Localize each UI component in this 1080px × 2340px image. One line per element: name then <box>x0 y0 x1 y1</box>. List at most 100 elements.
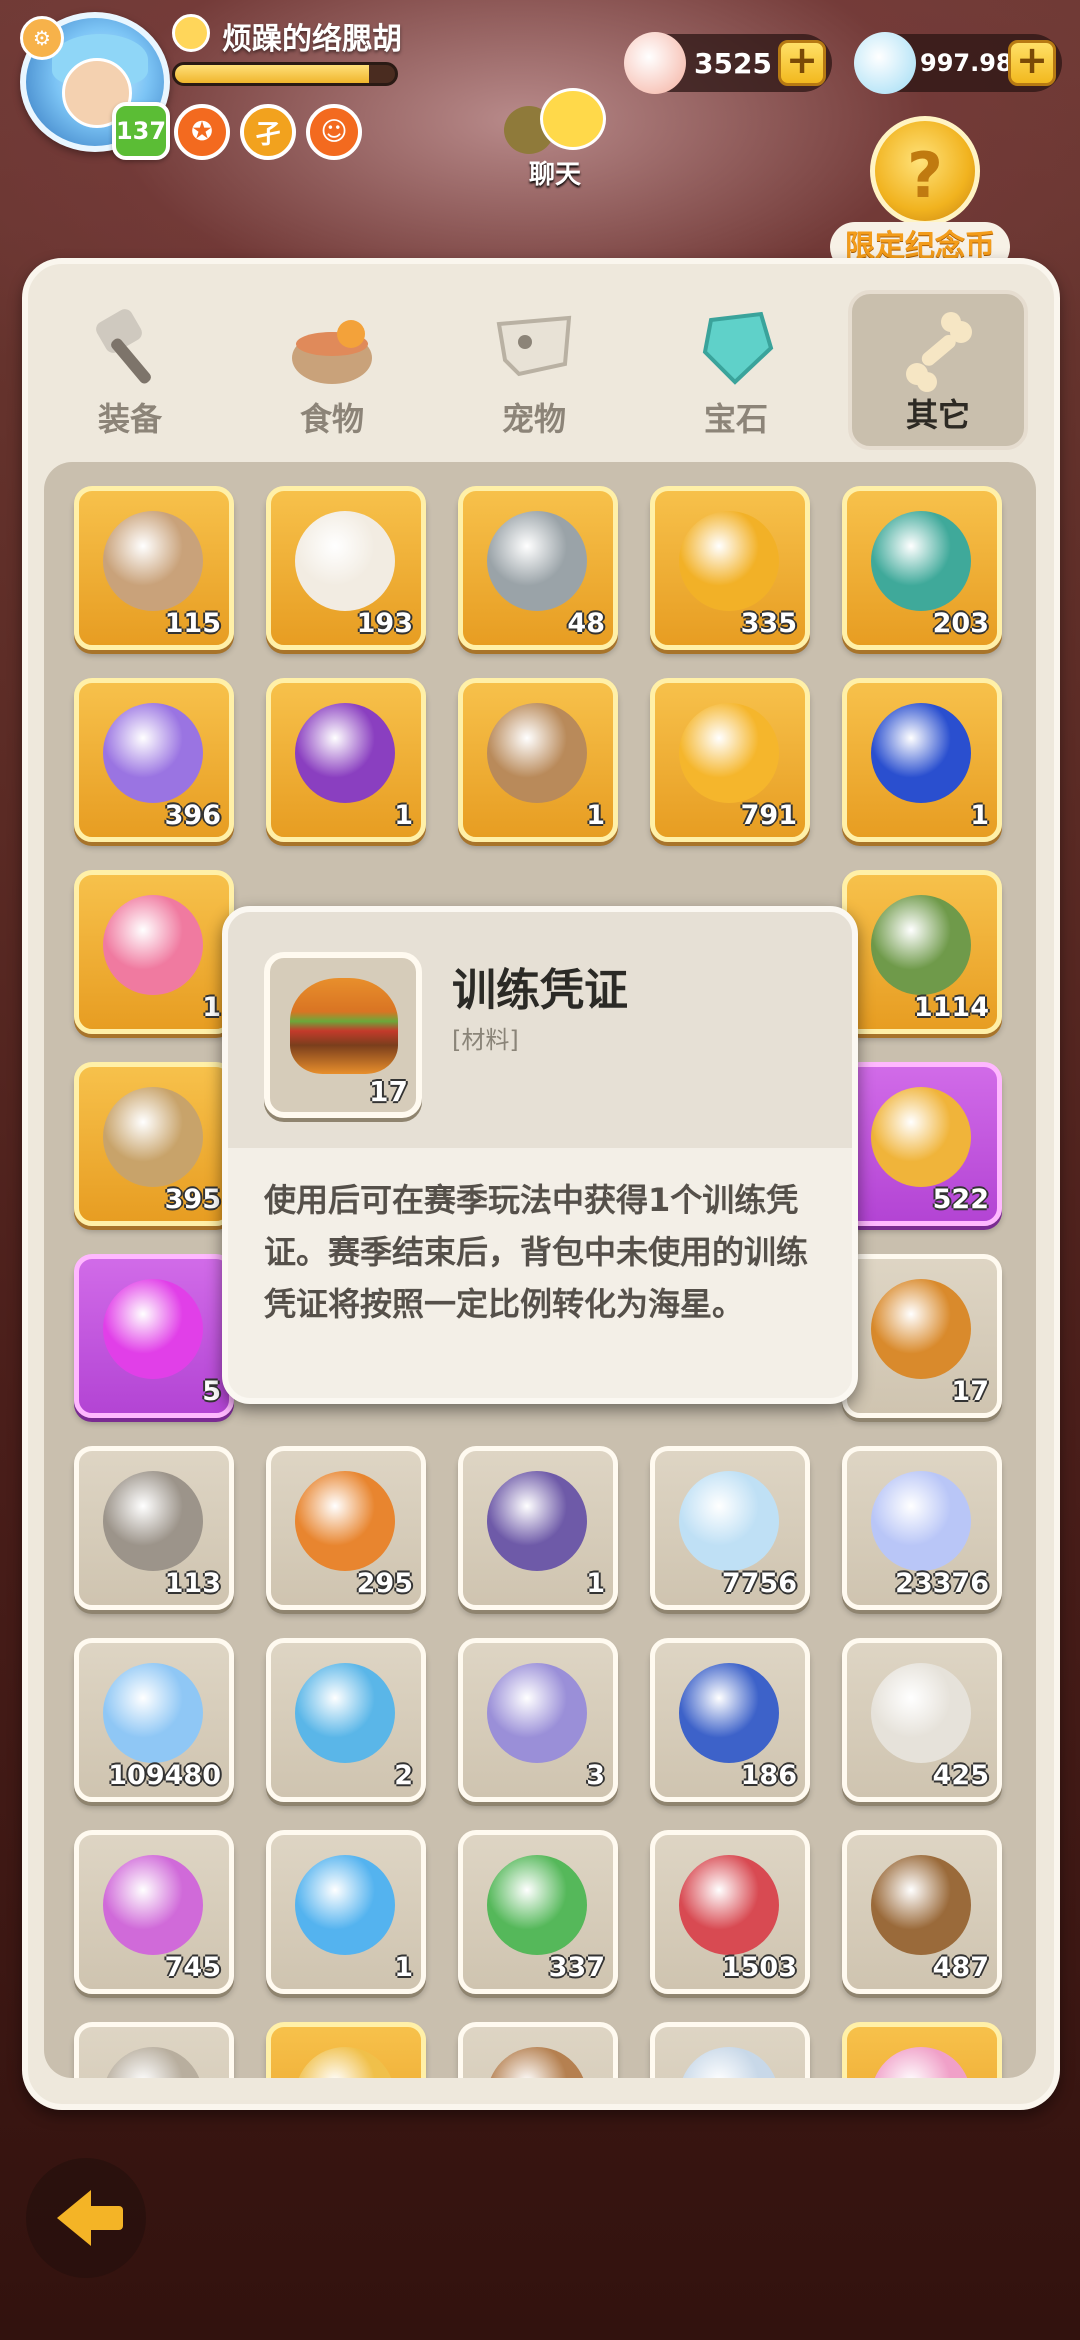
add-crystals-button[interactable]: + <box>1008 40 1056 86</box>
gem-icon <box>702 311 774 385</box>
diamond-icon <box>103 1663 203 1763</box>
currency-crystals: 997.98M + <box>854 32 1062 94</box>
chat-emoji-icon <box>540 88 606 150</box>
tab-other[interactable]: 其它 <box>848 290 1028 450</box>
item-slot[interactable]: 1 <box>842 678 1002 842</box>
shell-icon <box>624 32 686 94</box>
buff-icon-2[interactable]: 孑 <box>240 104 296 160</box>
tab-pet-label: 宠物 <box>501 400 566 438</box>
partial-item-icon <box>871 2047 971 2078</box>
back-button[interactable] <box>26 2158 146 2278</box>
item-slot[interactable]: 1 <box>458 1446 618 1610</box>
item-slot[interactable]: 487 <box>842 1830 1002 1994</box>
pink-ticket-icon <box>103 1855 203 1955</box>
item-count: 203 <box>932 608 989 639</box>
item-count: 396 <box>164 800 221 831</box>
crystal-icon <box>854 32 916 94</box>
item-slot[interactable]: 1 <box>458 678 618 842</box>
burger-icon <box>290 978 398 1074</box>
item-slot[interactable]: 5 <box>74 1254 234 1418</box>
item-count: 335 <box>740 608 797 639</box>
tab-equipment[interactable]: 装备 <box>40 290 220 450</box>
item-slot[interactable] <box>458 2022 618 2078</box>
partial-item-icon <box>679 2047 779 2078</box>
item-count: 745 <box>164 1952 221 1983</box>
item-count: 522 <box>932 1184 989 1215</box>
item-slot[interactable]: 1114 <box>842 870 1002 1034</box>
item-slot[interactable]: 113 <box>74 1446 234 1610</box>
item-slot[interactable]: 3 <box>458 1638 618 1802</box>
item-count: 2 <box>394 1760 413 1791</box>
partial-item-icon <box>103 2047 203 2078</box>
tab-gem[interactable]: 宝石 <box>646 290 826 450</box>
item-slot[interactable]: 337 <box>458 1830 618 1994</box>
item-slot[interactable]: 335 <box>650 486 810 650</box>
item-slot[interactable]: 48 <box>458 486 618 650</box>
item-slot[interactable]: 425 <box>842 1638 1002 1802</box>
item-slot[interactable] <box>74 2022 234 2078</box>
tab-food[interactable]: 食物 <box>242 290 422 450</box>
item-count: 791 <box>740 800 797 831</box>
add-shells-button[interactable]: + <box>778 40 826 86</box>
tab-equipment-label: 装备 <box>97 400 162 438</box>
tab-pet[interactable]: 宠物 <box>444 290 624 450</box>
item-count: 186 <box>740 1760 797 1791</box>
player-name: 烦躁的络腮胡 <box>222 22 402 57</box>
item-count: 1 <box>202 992 221 1023</box>
tooltip-description: 使用后可在赛季玩法中获得1个训练凭证。赛季结束后，背包中未使用的训练凭证将按照一… <box>264 1181 809 1323</box>
pet-icon <box>496 315 572 377</box>
item-count: 3 <box>586 1760 605 1791</box>
item-slot[interactable] <box>266 2022 426 2078</box>
item-slot[interactable]: 1 <box>266 1830 426 1994</box>
partial-item-icon <box>487 2047 587 2078</box>
buff-icon-1[interactable]: ✪ <box>174 104 230 160</box>
player-emoji-icon <box>172 14 210 52</box>
limited-coin-symbol: ? <box>907 139 943 212</box>
item-slot[interactable]: 109480 <box>74 1638 234 1802</box>
item-count: 1 <box>394 1952 413 1983</box>
figure-card-icon <box>487 1663 587 1763</box>
item-slot[interactable]: 2 <box>266 1638 426 1802</box>
tooltip-title: 训练凭证 <box>452 965 628 1016</box>
item-slot[interactable] <box>650 2022 810 2078</box>
item-slot[interactable]: 396 <box>74 678 234 842</box>
cake-coin-icon <box>679 511 779 611</box>
item-slot[interactable]: 1 <box>74 870 234 1034</box>
item-slot[interactable]: 791 <box>650 678 810 842</box>
dice-icon <box>295 511 395 611</box>
item-count: 337 <box>548 1952 605 1983</box>
item-slot[interactable]: 186 <box>650 1638 810 1802</box>
tab-other-label: 其它 <box>905 396 970 434</box>
lightning-bag-icon <box>871 1087 971 1187</box>
item-slot[interactable]: 23376 <box>842 1446 1002 1610</box>
player-level-badge: 137 <box>112 102 170 160</box>
item-slot[interactable]: 295 <box>266 1446 426 1610</box>
item-count: 48 <box>567 608 605 639</box>
partial-item-icon <box>295 2047 395 2078</box>
chat-label: 聊天 <box>528 160 581 190</box>
item-count: 395 <box>164 1184 221 1215</box>
swirl-coin-icon <box>679 703 779 803</box>
item-slot[interactable]: 522 <box>842 1062 1002 1226</box>
item-slot[interactable]: 115 <box>74 486 234 650</box>
item-count: 1 <box>586 800 605 831</box>
item-count: 1 <box>586 1568 605 1599</box>
item-slot[interactable]: 745 <box>74 1830 234 1994</box>
back-arrow-icon <box>57 2190 123 2246</box>
item-slot[interactable]: 17 <box>842 1254 1002 1418</box>
magnifier-icon <box>487 511 587 611</box>
item-slot[interactable]: 193 <box>266 486 426 650</box>
item-slot[interactable] <box>842 2022 1002 2078</box>
item-count: 23376 <box>895 1568 989 1599</box>
item-slot[interactable]: 1503 <box>650 1830 810 1994</box>
item-slot[interactable]: 1 <box>266 678 426 842</box>
item-slot[interactable]: 7756 <box>650 1446 810 1610</box>
hammer-icon <box>96 309 151 384</box>
ghost-bag-icon <box>295 703 395 803</box>
gender-card-icon <box>295 1663 395 1763</box>
item-slot[interactable]: 395 <box>74 1062 234 1226</box>
bone-icon <box>906 312 972 392</box>
item-count: 1 <box>970 800 989 831</box>
buff-icon-3[interactable]: ☺ <box>306 104 362 160</box>
item-slot[interactable]: 203 <box>842 486 1002 650</box>
